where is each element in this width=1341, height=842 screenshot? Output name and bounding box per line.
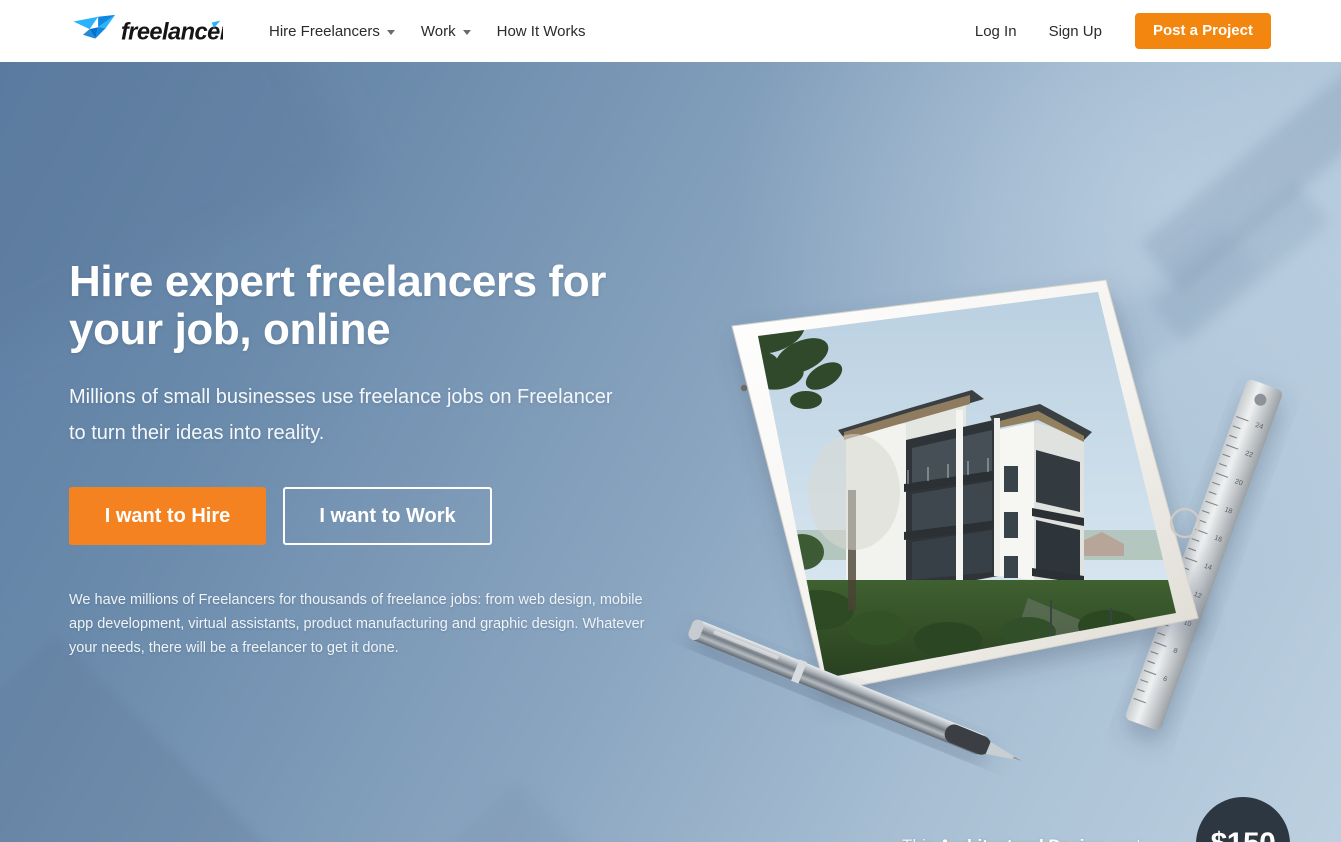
nav-right-actions: Log In Sign Up Post a Project — [959, 0, 1271, 62]
price-caption-suffix: cost — [1105, 836, 1141, 842]
hero-cta-group: I want to Hire I want to Work — [69, 487, 709, 546]
price-caption-highlight: Architectural Design — [939, 836, 1105, 842]
svg-text:freelancer: freelancer — [121, 20, 223, 46]
post-a-project-button[interactable]: Post a Project — [1134, 13, 1271, 49]
hero-artwork-illustration: 2422 2018 1614 1210 86 — [688, 279, 1283, 761]
log-in-link[interactable]: Log In — [959, 15, 1033, 48]
background-diagonal-shape — [1140, 62, 1341, 292]
nav-item-work-label: Work — [420, 22, 456, 40]
tablet-device — [731, 279, 1201, 693]
background-diamond-shape — [0, 633, 289, 842]
sign-up-link[interactable]: Sign Up — [1033, 15, 1118, 48]
hero-headline: Hire expert freelancers for your job, on… — [69, 257, 607, 354]
nav-item-hire-freelancers[interactable]: Hire Freelancers — [269, 17, 408, 46]
hero-subheadline: Millions of small businesses use freelan… — [69, 386, 613, 445]
hero-description-paragraph: We have millions of Freelancers for thou… — [69, 592, 645, 656]
top-navigation-bar: freelancer Hire Freelancers Work How It … — [0, 0, 1341, 62]
nav-item-work[interactable]: Work — [408, 17, 484, 46]
chevron-down-icon — [386, 29, 395, 35]
i-want-to-hire-button[interactable]: I want to Hire — [69, 487, 266, 546]
chevron-down-icon — [462, 29, 471, 35]
primary-nav-links: Hire Freelancers Work How It Works — [269, 17, 599, 46]
freelancer-bird-logo-icon: freelancer — [73, 14, 223, 46]
price-caption-prefix: This — [902, 836, 939, 842]
tablet-camera-icon — [740, 384, 748, 392]
hero-copy-block: Hire expert freelancers for your job, on… — [69, 258, 709, 661]
price-badge-value: $150 — [1211, 827, 1276, 842]
price-caption: This Architectural Design cost — [902, 836, 1141, 842]
hero-banner: 24 22 20 18 16 14 12 10 86 Hire expert f… — [0, 62, 1341, 842]
tablet-home-button — [1169, 507, 1201, 539]
nav-item-how-it-works[interactable]: How It Works — [484, 17, 599, 46]
i-want-to-work-button[interactable]: I want to Work — [283, 487, 492, 546]
nav-item-how-it-works-label: How It Works — [496, 22, 586, 40]
nav-item-hire-freelancers-label: Hire Freelancers — [269, 22, 380, 40]
brand-logo-link[interactable]: freelancer — [68, 13, 223, 49]
hero-artwork-tablet-pen-ruler: 24 22 20 18 16 14 12 10 86 — [620, 262, 1341, 822]
